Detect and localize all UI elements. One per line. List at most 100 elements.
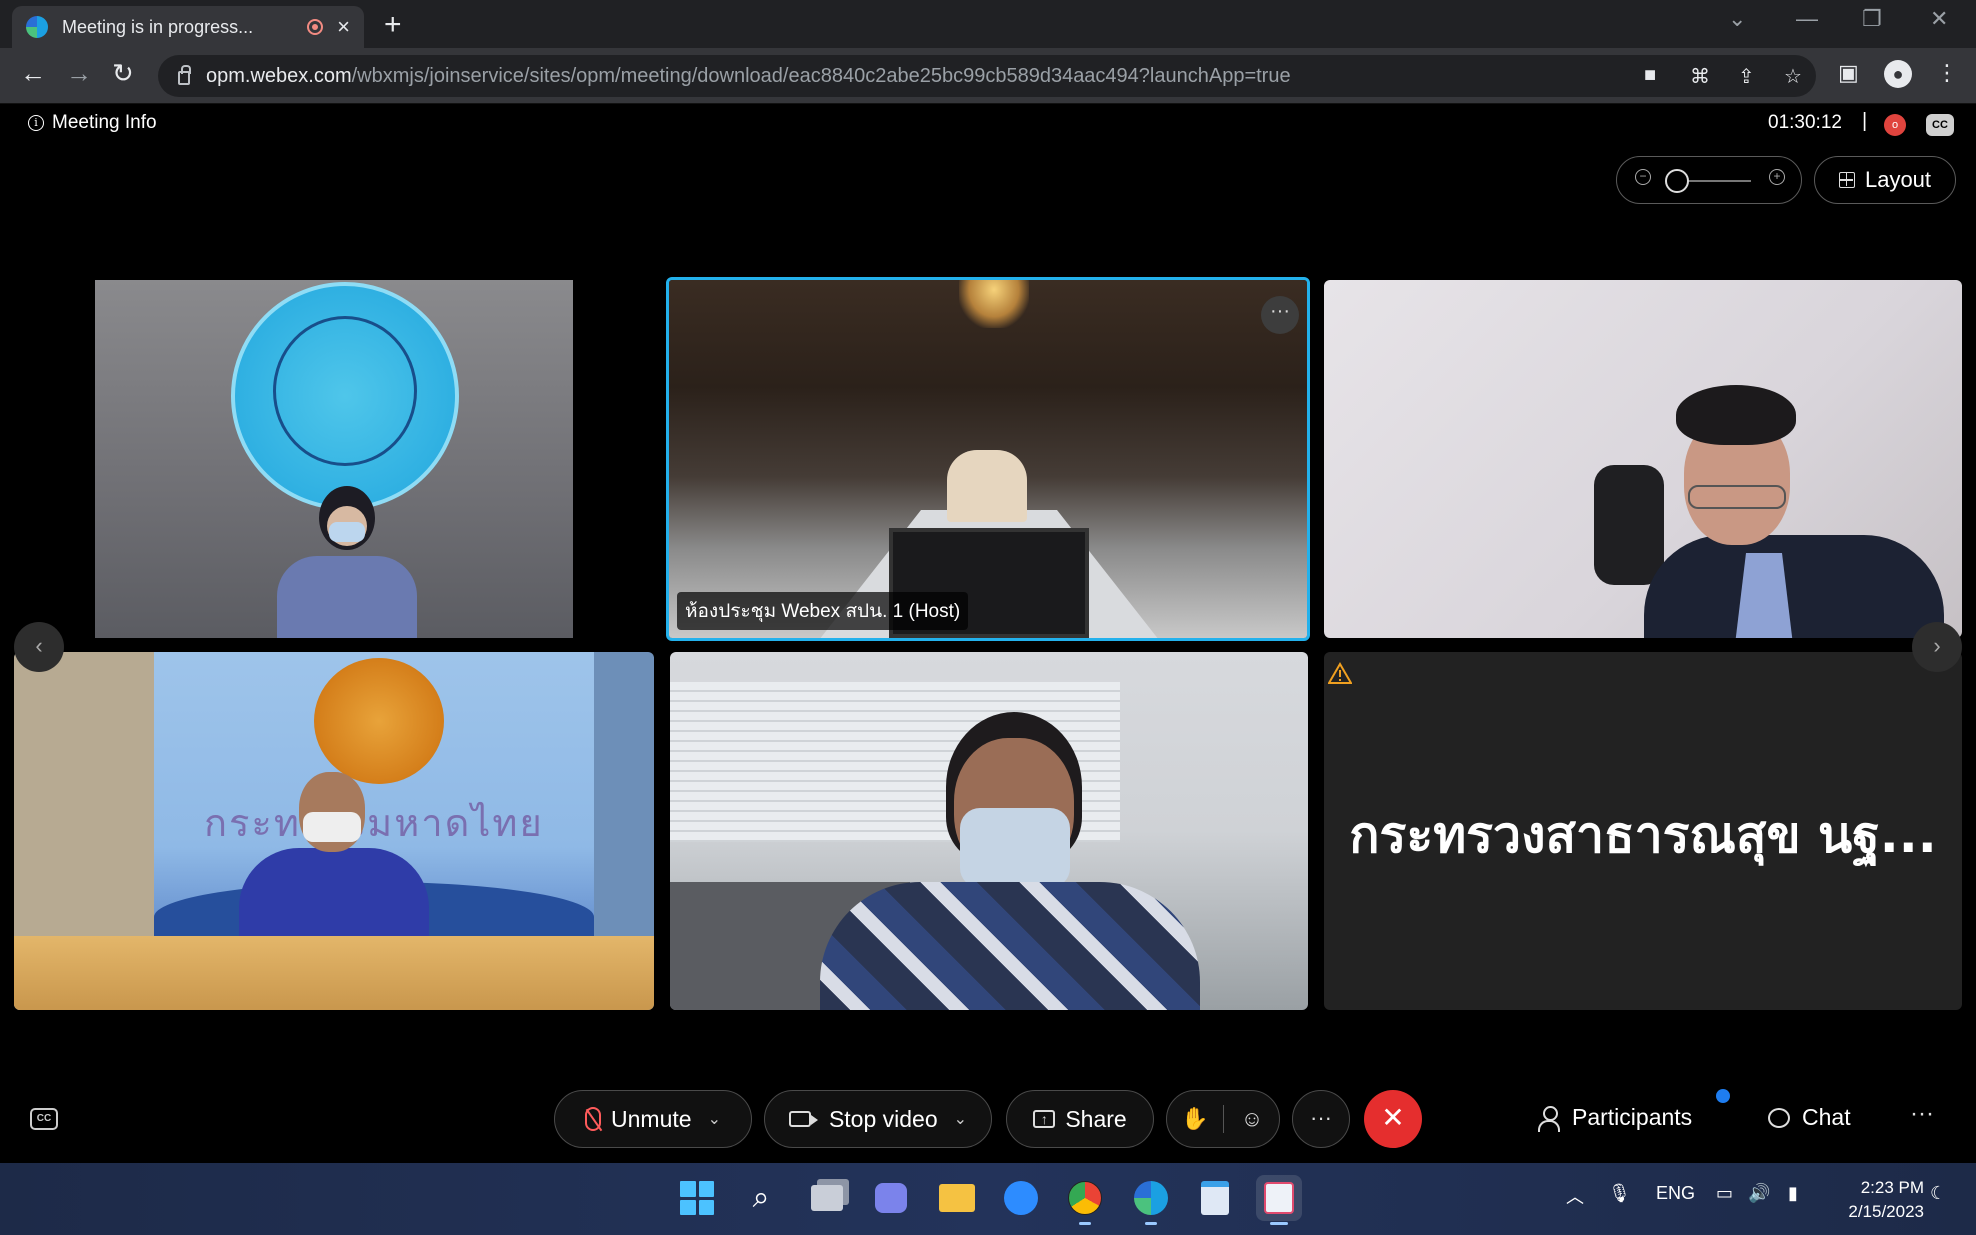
captions-toggle-icon[interactable]: CC [30,1108,58,1130]
participants-button[interactable]: Participants [1538,1104,1693,1132]
window-close-icon[interactable]: ✕ [1930,6,1948,32]
forward-icon[interactable]: → [66,60,92,86]
chevron-down-icon[interactable]: ⌄ [954,1109,967,1129]
video-tile-participant-5[interactable] [670,652,1308,1010]
warning-icon[interactable] [1328,662,1352,684]
reactions-emoji-icon[interactable]: ☺ [1224,1091,1280,1147]
minimize-icon[interactable]: — [1796,6,1818,32]
ministry-seal-logo [231,282,459,510]
browser-tab[interactable]: Meeting is in progress... × [12,6,364,48]
running-indicator [1079,1222,1091,1225]
zoom-in-icon[interactable]: + [1769,169,1785,185]
file-explorer-icon[interactable] [934,1175,980,1221]
browser-tabbar: Meeting is in progress... × + ⌄ — ❐ ✕ [0,0,1976,48]
video-tile-ministry-of-public-health[interactable]: กระทรวงสาธารณสุข นฐ... [1324,652,1962,1010]
clock-date: 2/15/2023 [1848,1202,1924,1221]
panel-more-icon[interactable]: ··· [1910,1100,1934,1128]
video-tile-ministry-of-interior[interactable]: กระทรวงมหาดไทย [14,652,654,1010]
snipping-tool-icon[interactable] [1256,1175,1302,1225]
raise-hand-icon[interactable]: ✋ [1167,1091,1223,1147]
share-label: Share [1065,1105,1127,1132]
task-view-icon[interactable] [804,1175,850,1221]
zoom-out-icon[interactable]: − [1635,169,1651,185]
chat-bubble-icon [1768,1107,1790,1128]
start-button[interactable] [674,1175,720,1221]
taskbar-clock[interactable]: 2:23 PM 2/15/2023 [1832,1176,1924,1224]
zoom-app-icon[interactable] [998,1175,1044,1221]
translate-icon[interactable]: ⌘ [1690,64,1710,89]
show-hidden-icons-icon[interactable]: ︿ [1566,1183,1584,1209]
stop-video-label: Stop video [828,1105,938,1132]
chevron-down-icon[interactable]: ⌄ [708,1109,721,1129]
video-camera-icon [788,1111,818,1127]
share-page-icon[interactable]: ⇪ [1738,64,1755,89]
bookmark-star-icon[interactable]: ☆ [1784,64,1802,89]
browser-menu-icon[interactable]: ⋮ [1936,62,1958,84]
new-tab-icon[interactable]: + [384,8,402,42]
notifications-moon-icon[interactable]: ☾ [1930,1183,1946,1204]
network-icon[interactable]: ▭ [1716,1183,1733,1204]
video-zoom-slider[interactable]: − + [1616,156,1802,204]
torso [277,556,417,638]
webex-app-icon[interactable] [1128,1175,1174,1225]
seal-emblem [273,316,417,466]
face-mask [303,812,361,842]
address-bar[interactable]: opm.webex.com/wbxmjs/joinservice/sites/o… [158,55,1816,97]
stop-video-button[interactable]: Stop video ⌄ [764,1090,992,1148]
unmute-button[interactable]: Unmute ⌄ [554,1090,752,1148]
microphone-in-use-icon[interactable]: 🎙 [1608,1183,1631,1204]
recording-indicator-icon[interactable]: o [1884,114,1906,136]
face-mask [329,522,365,542]
participant-video [947,450,1027,522]
url-text: opm.webex.com/wbxmjs/joinservice/sites/o… [206,64,1291,87]
zoom-slider-handle[interactable] [1665,169,1689,193]
info-icon: i [28,115,44,131]
closed-captions-icon[interactable]: CC [1926,114,1954,136]
input-language-indicator[interactable]: ENG [1656,1183,1695,1204]
chrome-icon[interactable] [1062,1175,1108,1225]
restore-icon[interactable]: ❐ [1862,6,1882,32]
layout-button[interactable]: Layout [1814,156,1956,204]
notepad-icon[interactable] [1192,1175,1238,1221]
ministry-emblem-logo [314,658,444,784]
profile-avatar-icon[interactable]: ● [1884,60,1912,88]
back-icon[interactable]: ← [20,60,46,86]
side-panel-icon[interactable]: ▣ [1838,62,1859,84]
volume-icon[interactable]: 🔊 [1748,1183,1770,1204]
torso [820,882,1200,1010]
tab-search-chevron-icon[interactable]: ⌄ [1728,6,1746,32]
layout-label: Layout [1864,167,1932,192]
video-tile-participant-3[interactable] [1324,280,1962,638]
search-icon[interactable]: ⌕ [738,1175,784,1221]
reload-icon[interactable]: ↻ [112,60,134,86]
share-screen-icon: ↑ [1033,1110,1056,1128]
browser-toolbar: ← → ↻ opm.webex.com/wbxmjs/joinservice/s… [0,48,1976,104]
active-indicator [1270,1222,1288,1225]
video-feed [95,280,573,638]
next-page-arrow-icon[interactable]: › [1912,622,1962,672]
previous-page-arrow-icon[interactable]: ‹ [14,622,64,672]
desk [14,936,654,1010]
battery-icon[interactable]: ▮ [1788,1183,1798,1204]
tab-close-icon[interactable]: × [337,16,350,38]
participant-video [820,712,1200,1010]
tab-title: Meeting is in progress... [62,16,254,37]
grid-layout-icon [1838,172,1855,188]
chat-label: Chat [1802,1104,1851,1130]
video-tile-host[interactable]: ··· ห้องประชุม Webex สปน. 1 (Host) [666,277,1310,641]
camera-in-use-icon[interactable]: ■ [1644,64,1656,87]
mic-muted-icon [585,1107,602,1131]
participants-icon [1538,1105,1560,1132]
running-indicator [1145,1222,1157,1225]
leave-meeting-button[interactable]: ✕ [1364,1090,1422,1148]
share-button[interactable]: ↑ Share [1006,1090,1154,1148]
lock-icon[interactable] [178,65,191,85]
chat-button[interactable]: Chat [1768,1104,1851,1131]
more-options-button[interactable]: ··· [1292,1090,1350,1148]
teams-chat-icon[interactable] [868,1175,914,1221]
tile-more-options-button[interactable]: ··· [1261,296,1299,334]
suit [1644,535,1944,638]
participants-label: Participants [1572,1104,1693,1130]
video-tile-ministry-of-industry[interactable] [14,280,654,638]
meeting-info-button[interactable]: i Meeting Info [28,112,157,134]
